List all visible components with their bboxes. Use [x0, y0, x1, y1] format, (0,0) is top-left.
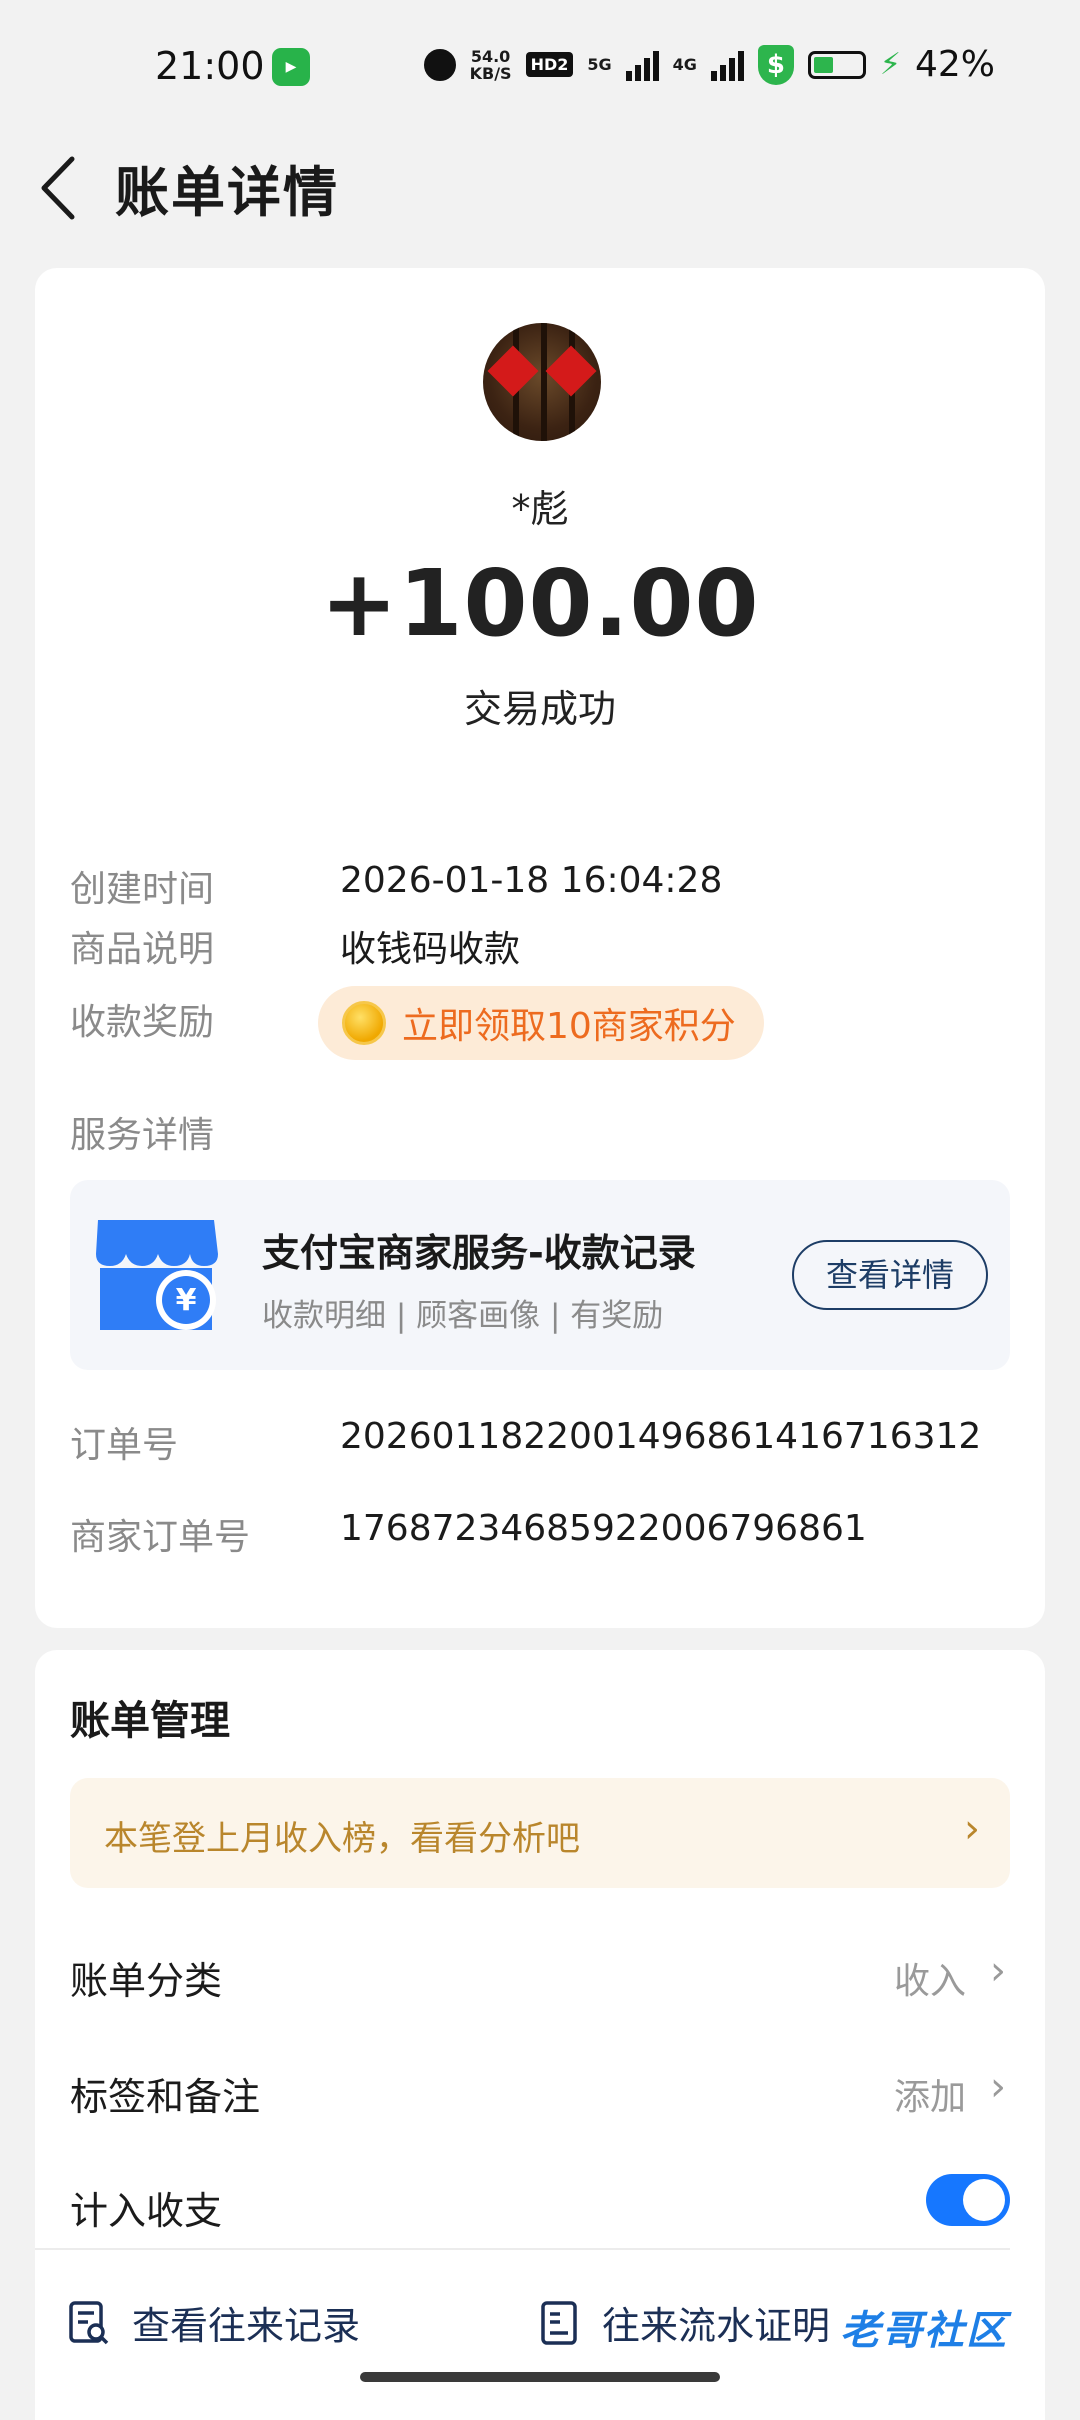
count-in-budget-row: 计入收支: [70, 2152, 1010, 2252]
status-icons: 54.0 KB/S HD2 5G 4G $ ⚡ 42%: [423, 44, 995, 85]
category-value: 收入: [893, 1961, 966, 2002]
coin-icon: [342, 1001, 386, 1045]
proof-label: 往来流水证明: [602, 2304, 831, 2348]
promo-text: 本笔登上月收入榜，看看分析吧: [104, 1819, 580, 1859]
transaction-status: 交易成功: [463, 687, 616, 731]
shield-icon: $: [757, 44, 794, 85]
history-label: 查看往来记录: [132, 2304, 361, 2348]
divider: [35, 2248, 1010, 2250]
view-details-button[interactable]: 查看详情: [792, 1240, 988, 1310]
service-title: 支付宝商家服务-收款记录: [262, 1231, 696, 1275]
avatar[interactable]: [483, 323, 601, 441]
service-label: 服务详情: [70, 1115, 215, 1156]
order-number-value: 2026011822001496861416716312: [340, 1416, 982, 1457]
sim2-type: 4G: [672, 55, 697, 74]
create-time-label: 创建时间: [70, 869, 215, 910]
income-analysis-banner[interactable]: 本笔登上月收入榜，看看分析吧 ›: [70, 1778, 1010, 1888]
back-button[interactable]: [38, 155, 98, 225]
alarm-icon: [423, 48, 456, 81]
view-history-link[interactable]: 查看往来记录: [68, 2295, 360, 2350]
merchant-order-label: 商家订单号: [70, 1517, 251, 1558]
signal-icon: [625, 49, 659, 81]
category-label: 账单分类: [70, 1959, 223, 2003]
chevron-right-icon: ›: [990, 2064, 1006, 2110]
tags-notes-row[interactable]: 标签和备注 添加 ›: [70, 2038, 1010, 2138]
chevron-right-icon: ›: [990, 1948, 1006, 1994]
order-number-label: 订单号: [70, 1425, 179, 1466]
signal-icon: [710, 49, 744, 81]
chevron-right-icon: ›: [964, 1806, 980, 1852]
shop-icon: ¥: [96, 1220, 218, 1330]
svg-text:¥: ¥: [176, 1283, 197, 1318]
claim-points-button[interactable]: 立即领取10商家积分: [318, 986, 764, 1060]
create-time-value: 2026-01-18 16:04:28: [340, 860, 723, 901]
home-indicator[interactable]: [360, 2372, 720, 2382]
document-icon: [541, 2300, 577, 2345]
count-label: 计入收支: [70, 2189, 223, 2233]
payer-name: *彪: [511, 487, 569, 531]
transaction-amount: +100.00: [320, 550, 760, 657]
notification-app-icon: ▶: [272, 48, 310, 86]
status-bar: 21:00 ▶ 54.0 KB/S HD2 5G 4G $ ⚡ 42%: [0, 0, 1080, 130]
bill-category-row[interactable]: 账单分类 收入 ›: [70, 1922, 1010, 2022]
battery-icon: [807, 50, 866, 79]
chevron-left-icon: [41, 156, 75, 220]
product-value: 收钱码收款: [340, 929, 521, 970]
section-title: 账单管理: [70, 1698, 230, 1744]
tags-label: 标签和备注: [70, 2075, 261, 2119]
claim-points-label: 立即领取10商家积分: [402, 1006, 736, 1047]
app-header: 账单详情: [0, 130, 1080, 260]
merchant-order-value: 17687234685922006796861: [340, 1508, 867, 1549]
record-search-icon: [69, 2300, 109, 2344]
tags-value: 添加: [893, 2077, 966, 2118]
status-time: 21:00: [155, 44, 265, 88]
bill-detail-card: *彪 +100.00 交易成功 创建时间 2026-01-18 16:04:28…: [35, 268, 1045, 1628]
merchant-service-card[interactable]: ¥ 支付宝商家服务-收款记录 收款明细 | 顾客画像 | 有奖励 查看详情: [70, 1180, 1010, 1370]
reward-label: 收款奖励: [70, 1002, 215, 1043]
product-label: 商品说明: [70, 929, 215, 970]
count-toggle[interactable]: [926, 2174, 1010, 2226]
watermark: 老哥社区: [840, 2308, 1008, 2354]
net-speed: 54.0 KB/S: [469, 46, 512, 83]
charging-icon: ⚡: [879, 47, 901, 82]
sim1-type: 5G: [587, 55, 612, 74]
battery-percent: 42%: [914, 44, 995, 85]
service-subtitle: 收款明细 | 顾客画像 | 有奖励: [262, 1298, 664, 1334]
transaction-proof-link[interactable]: 往来流水证明: [538, 2295, 830, 2350]
hd-icon: HD2: [525, 52, 574, 77]
page-title: 账单详情: [115, 161, 339, 224]
